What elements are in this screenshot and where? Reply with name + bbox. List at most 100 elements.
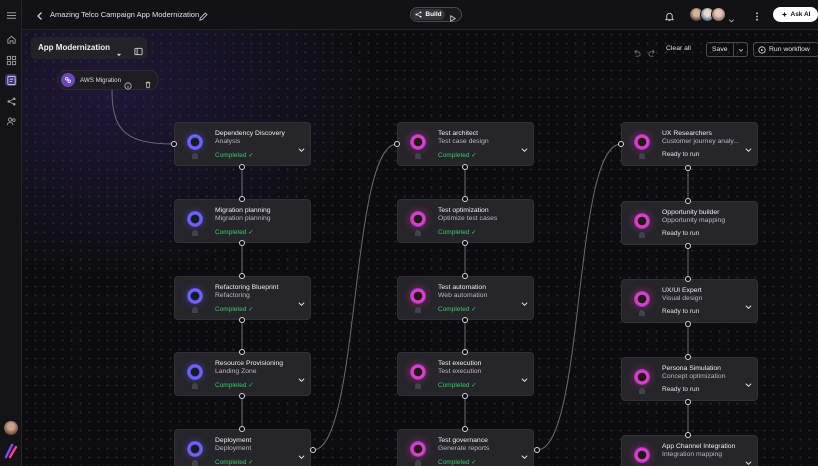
workflow-icon[interactable] — [5, 74, 17, 86]
chevron-down-icon[interactable] — [745, 140, 752, 153]
node-subtitle: Web automation — [438, 292, 488, 299]
chevron-down-icon[interactable] — [521, 294, 528, 307]
input-port[interactable] — [239, 349, 245, 355]
input-port[interactable] — [685, 198, 691, 204]
chevron-down-icon[interactable] — [521, 370, 528, 383]
agent-ring-icon — [634, 134, 650, 150]
app-selector[interactable]: App Modernization — [31, 37, 147, 59]
workflow-node[interactable]: App Channel Integration Integration mapp… — [621, 435, 758, 466]
input-port[interactable] — [462, 426, 468, 432]
output-port[interactable] — [310, 447, 316, 453]
workflow-node[interactable]: Deployment Deployment Completed ✓ — [174, 429, 311, 466]
node-status: Completed ✓ — [215, 382, 254, 389]
chevron-down-icon[interactable] — [298, 294, 305, 307]
node-title: App Channel Integration — [662, 443, 736, 450]
workflow-node[interactable]: Test optimization Optimize test cases Co… — [397, 199, 534, 243]
chevron-down-icon[interactable] — [745, 453, 752, 466]
input-port[interactable] — [239, 426, 245, 432]
node-title: Test optimization — [438, 207, 489, 214]
info-icon[interactable] — [124, 77, 132, 90]
menu-icon[interactable] — [5, 9, 17, 21]
output-port[interactable] — [462, 240, 468, 246]
input-port[interactable] — [462, 196, 468, 202]
agent-ring-icon — [410, 288, 426, 304]
output-port[interactable] — [685, 399, 691, 405]
build-button[interactable]: Build — [412, 9, 445, 20]
workflow-node[interactable]: UX Researchers Customer journey analy...… — [621, 122, 758, 166]
agent-ring-icon — [187, 211, 203, 227]
collaborator-avatars[interactable] — [689, 7, 727, 22]
output-port[interactable] — [462, 393, 468, 399]
run-workflow-button[interactable]: Run workflow — [753, 42, 818, 57]
output-port[interactable] — [685, 243, 691, 249]
chevron-down-icon[interactable] — [728, 11, 735, 23]
input-port[interactable] — [239, 196, 245, 202]
agent-avatar-icon — [192, 383, 198, 389]
output-port[interactable] — [239, 393, 245, 399]
agent-ring-icon — [187, 134, 203, 150]
node-status: Ready to run — [662, 230, 700, 237]
workflow-node[interactable]: Test automation Web automation Completed… — [397, 276, 534, 320]
input-port[interactable] — [685, 354, 691, 360]
chevron-down-icon[interactable] — [298, 140, 305, 153]
node-status: Ready to run — [662, 151, 700, 158]
output-port[interactable] — [462, 317, 468, 323]
workflow-node[interactable]: UX/UI Expert Visual design Ready to run — [621, 279, 758, 323]
home-icon[interactable] — [5, 33, 17, 45]
grid-icon[interactable] — [5, 54, 17, 66]
workflow-node[interactable]: Persona Simulation Concept optimization … — [621, 357, 758, 401]
chevron-down-icon[interactable] — [745, 297, 752, 310]
workflow-node[interactable]: Opportunity builder Opportunity mapping … — [621, 201, 758, 245]
output-port[interactable] — [462, 164, 468, 170]
play-icon[interactable] — [448, 10, 457, 22]
agent-ring-icon — [634, 447, 650, 463]
output-port[interactable] — [685, 165, 691, 171]
workflow-node[interactable]: Test architect Test case design Complete… — [397, 122, 534, 166]
agent-avatar-icon — [415, 307, 421, 313]
trash-icon[interactable] — [144, 76, 152, 89]
output-port[interactable] — [685, 321, 691, 327]
edit-pencil-icon[interactable] — [198, 9, 209, 21]
redo-icon[interactable] — [648, 45, 657, 57]
workflow-node[interactable]: Migration planning Migration planning Co… — [174, 199, 311, 243]
side-panel-icon[interactable] — [134, 43, 143, 56]
input-port[interactable] — [394, 141, 400, 147]
input-port[interactable] — [618, 141, 624, 147]
chevron-down-icon[interactable] — [521, 447, 528, 460]
workflow-node[interactable]: Refactoring Blueprint Refactoring Comple… — [174, 276, 311, 320]
more-options-icon[interactable] — [752, 9, 762, 21]
input-port[interactable] — [462, 273, 468, 279]
users-icon[interactable] — [5, 115, 17, 127]
chevron-down-icon[interactable] — [521, 140, 528, 153]
chevron-down-icon[interactable] — [745, 375, 752, 388]
input-port[interactable] — [462, 349, 468, 355]
ask-ai-button[interactable]: Ask AI — [773, 7, 818, 22]
save-options-chevron-icon[interactable] — [733, 43, 748, 56]
output-port[interactable] — [239, 240, 245, 246]
input-port[interactable] — [685, 276, 691, 282]
user-avatar[interactable] — [4, 421, 18, 435]
node-title: Test architect — [438, 130, 479, 137]
save-button[interactable]: Save — [712, 46, 728, 53]
input-port[interactable] — [239, 273, 245, 279]
input-port[interactable] — [171, 141, 177, 147]
chevron-down-icon[interactable] — [298, 447, 305, 460]
node-subtitle: Refactoring — [215, 292, 250, 299]
node-subtitle: Migration planning — [215, 215, 271, 222]
chevron-down-icon[interactable] — [116, 45, 122, 57]
share-icon[interactable] — [5, 95, 17, 107]
clear-all-button[interactable]: Clear all — [666, 45, 691, 52]
undo-icon[interactable] — [632, 45, 641, 57]
workflow-node[interactable]: Test execution Test execution Completed … — [397, 352, 534, 396]
bell-icon[interactable] — [664, 9, 675, 22]
workflow-node[interactable]: Resource Provisioning Landing Zone Compl… — [174, 352, 311, 396]
workflow-node[interactable]: Dependency Discovery Analysis Completed … — [174, 122, 311, 166]
output-port[interactable] — [239, 164, 245, 170]
output-port[interactable] — [239, 317, 245, 323]
output-port[interactable] — [534, 447, 540, 453]
chevron-down-icon[interactable] — [298, 370, 305, 383]
input-port[interactable] — [685, 432, 691, 438]
back-arrow-icon[interactable] — [34, 9, 46, 21]
aws-migration-chip[interactable]: AWS Migration — [57, 70, 159, 90]
workflow-node[interactable]: Test governance Generate reports Complet… — [397, 429, 534, 466]
